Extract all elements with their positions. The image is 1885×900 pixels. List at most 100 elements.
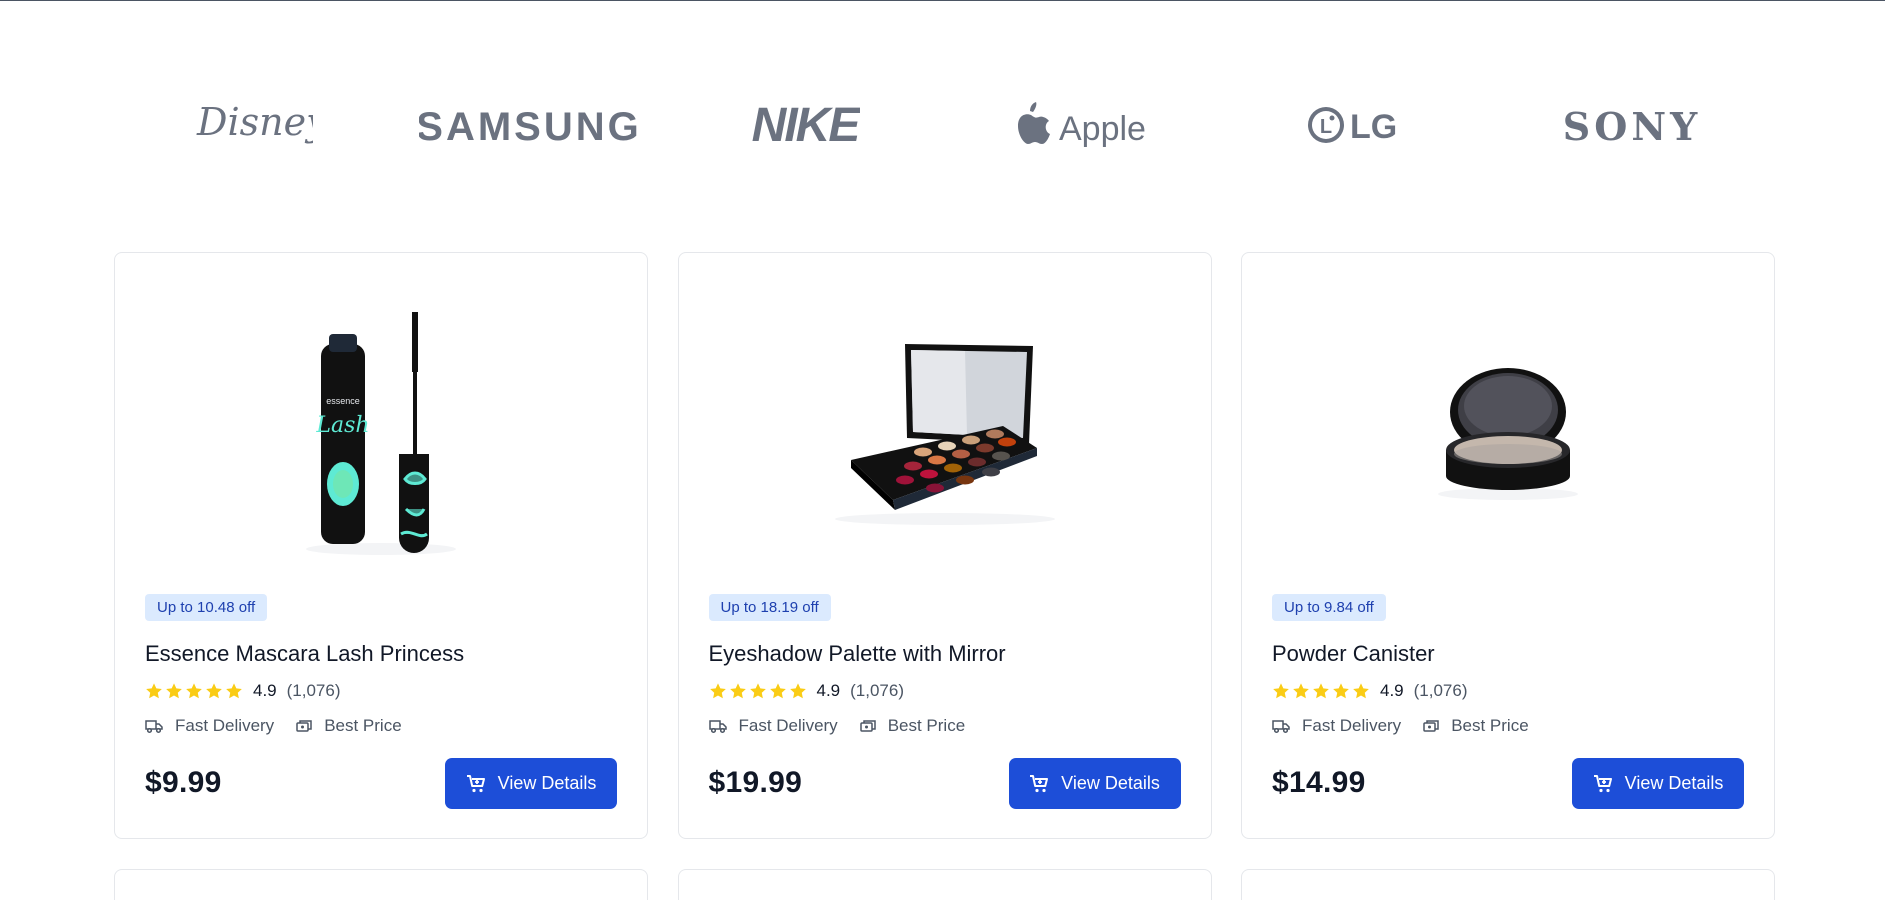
truck-icon xyxy=(1272,720,1290,734)
svg-text:LG: LG xyxy=(1350,108,1397,146)
star-icon xyxy=(749,683,766,699)
cart-icon xyxy=(466,774,485,792)
mascara-image: essence Lash xyxy=(306,312,456,555)
star-rating xyxy=(709,682,807,700)
view-details-button[interactable]: View Details xyxy=(1008,758,1181,809)
discount-badge: Up to 18.19 off xyxy=(708,594,831,621)
eyeshadow-palette-image xyxy=(834,344,1055,525)
view-details-button[interactable]: View Details xyxy=(1572,758,1744,809)
feature-fast-delivery: Fast Delivery xyxy=(708,716,838,736)
product-image[interactable] xyxy=(1272,285,1744,583)
button-label: View Details xyxy=(497,773,597,793)
feature-row: Fast Delivery Best Price xyxy=(145,715,424,737)
svg-text:NIKE: NIKE xyxy=(751,99,859,152)
product-price: $19.99 xyxy=(708,766,803,799)
discount-badge: Up to 9.84 off xyxy=(1272,594,1386,621)
star-icon xyxy=(206,683,222,699)
star-icon xyxy=(1333,683,1349,699)
svg-text:Lash: Lash xyxy=(315,413,369,438)
star-icon xyxy=(146,683,162,699)
star-icon xyxy=(709,683,726,699)
feature-label: Best Price xyxy=(1451,716,1529,735)
view-details-button[interactable]: View Details xyxy=(445,758,617,809)
product-image[interactable] xyxy=(709,285,1181,583)
price-tag-icon xyxy=(296,720,312,732)
feature-best-price: Best Price xyxy=(296,716,402,736)
rating-row: 4.9 (1,076) xyxy=(1272,680,1468,702)
price-tag-icon xyxy=(1423,720,1439,732)
brand-sony[interactable]: SONY xyxy=(1494,90,1770,160)
feature-label: Fast Delivery xyxy=(175,716,275,735)
feature-row: Fast Delivery Best Price xyxy=(708,715,988,737)
rating-row: 4.9 (1,076) xyxy=(145,680,341,702)
apple-logo: Apple xyxy=(1018,102,1145,148)
rating-value: 4.9 xyxy=(1380,681,1404,700)
feature-best-price: Best Price xyxy=(1423,716,1529,736)
product-card-partial[interactable] xyxy=(677,869,1212,900)
star-icon xyxy=(769,683,786,699)
rating-row: 4.9 (1,076) xyxy=(709,680,905,702)
powder-canister-image xyxy=(1438,368,1578,500)
star-icon xyxy=(226,683,242,699)
button-label: View Details xyxy=(1624,773,1724,793)
product-title[interactable]: Essence Mascara Lash Princess xyxy=(145,641,464,667)
star-rating xyxy=(1272,682,1370,700)
price-tag-icon xyxy=(859,720,876,732)
star-icon xyxy=(166,683,182,699)
star-icon xyxy=(186,683,202,699)
review-count: (1,076) xyxy=(1413,681,1468,700)
product-title[interactable]: Eyeshadow Palette with Mirror xyxy=(709,641,1006,667)
brand-lg[interactable]: L LG xyxy=(1218,90,1494,160)
feature-label: Fast Delivery xyxy=(1302,716,1402,735)
svg-text:SAMSUNG: SAMSUNG xyxy=(419,105,639,149)
rating-value: 4.9 xyxy=(816,681,841,700)
samsung-logo: SAMSUNG xyxy=(419,105,639,149)
brand-disney[interactable]: Disney xyxy=(115,90,391,160)
svg-text:Disney: Disney xyxy=(196,100,313,144)
cart-icon xyxy=(1030,774,1049,792)
brand-apple[interactable]: Apple xyxy=(942,90,1218,160)
truck-icon xyxy=(708,720,727,734)
brand-samsung[interactable]: SAMSUNG xyxy=(391,90,667,160)
button-label: View Details xyxy=(1061,773,1160,793)
truck-icon xyxy=(145,720,163,734)
review-count: (1,076) xyxy=(850,681,905,700)
svg-text:Apple: Apple xyxy=(1059,110,1145,148)
product-price: $14.99 xyxy=(1272,766,1366,799)
feature-best-price: Best Price xyxy=(859,716,966,736)
review-count: (1,076) xyxy=(286,681,341,700)
product-card[interactable]: Up to 9.84 off Powder Canister 4.9 (1,07… xyxy=(1241,252,1775,839)
product-title[interactable]: Powder Canister xyxy=(1272,641,1435,667)
feature-fast-delivery: Fast Delivery xyxy=(145,716,274,736)
discount-badge: Up to 10.48 off xyxy=(145,594,268,621)
feature-fast-delivery: Fast Delivery xyxy=(1272,716,1401,736)
star-rating xyxy=(145,682,243,700)
product-grid: essence Lash Up to 10.48 off Essence Mas… xyxy=(114,252,1775,900)
cart-icon xyxy=(1593,774,1612,792)
feature-row: Fast Delivery Best Price xyxy=(1272,715,1551,737)
rating-value: 4.9 xyxy=(253,681,277,700)
product-card-partial[interactable] xyxy=(114,869,648,900)
svg-text:essence: essence xyxy=(326,396,360,406)
disney-logo: Disney xyxy=(196,100,313,144)
product-price: $9.99 xyxy=(145,766,222,799)
lg-logo: L LG xyxy=(1308,107,1397,146)
sony-logo: SONY xyxy=(1563,104,1701,149)
product-card[interactable]: Up to 18.19 off Eyeshadow Palette with M… xyxy=(677,252,1212,839)
feature-label: Best Price xyxy=(324,716,402,735)
product-card[interactable]: essence Lash Up to 10.48 off Essence Mas… xyxy=(114,252,648,839)
svg-text:SONY: SONY xyxy=(1563,104,1701,149)
feature-label: Best Price xyxy=(887,716,966,735)
top-divider xyxy=(0,0,1885,1)
nike-logo: NIKE xyxy=(751,99,859,152)
product-card-partial[interactable] xyxy=(1241,869,1775,900)
feature-label: Fast Delivery xyxy=(738,716,838,735)
star-icon xyxy=(1353,683,1369,699)
product-image[interactable]: essence Lash xyxy=(145,285,617,583)
brand-nike[interactable]: NIKE xyxy=(667,90,943,160)
star-icon xyxy=(1313,683,1329,699)
brand-strip: Disney SAMSUNG NIKE Apple L LG SONY xyxy=(115,90,1770,160)
star-icon xyxy=(1273,683,1289,699)
star-icon xyxy=(1293,683,1309,699)
star-icon xyxy=(729,683,746,699)
